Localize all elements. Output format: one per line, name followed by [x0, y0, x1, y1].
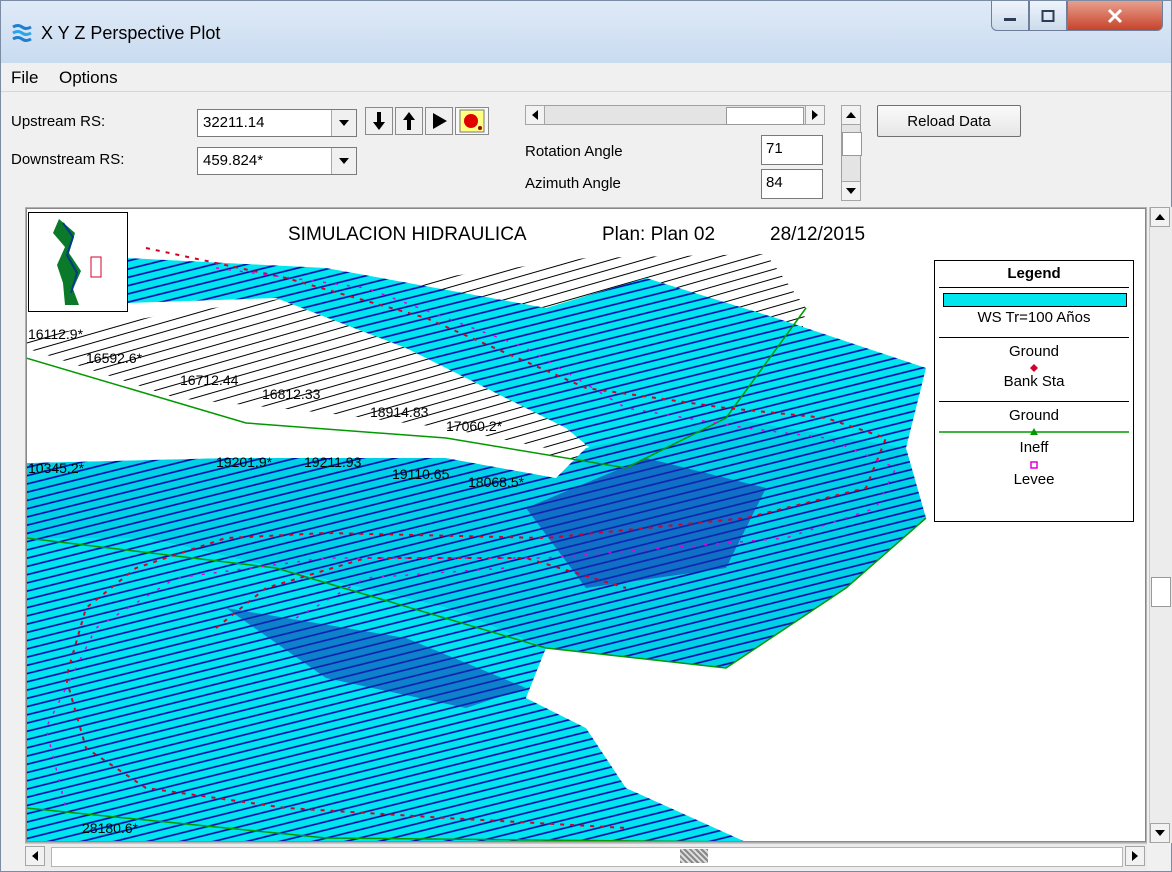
scroll-up-icon[interactable] — [1150, 207, 1170, 227]
azimuth-label: Azimuth Angle — [525, 175, 621, 192]
azimuth-angle-input[interactable]: 84 — [761, 169, 823, 199]
scroll-left-icon[interactable] — [525, 105, 545, 125]
record-button[interactable] — [455, 107, 489, 135]
ineff-line-icon — [939, 428, 1129, 435]
scroll-right-icon[interactable] — [805, 105, 825, 125]
station-label: 19110.65 — [392, 466, 450, 482]
legend-title: Legend — [1007, 265, 1061, 282]
scroll-down-icon[interactable] — [841, 181, 861, 201]
perspective-plot-area[interactable]: SIMULACION HIDRAULICA Plan: Plan 02 28/1… — [25, 207, 1147, 843]
station-label: 17060.2* — [446, 418, 503, 434]
app-icon — [12, 24, 32, 42]
levee-marker-icon — [1030, 461, 1038, 469]
plot-date: 28/12/2015 — [770, 224, 866, 245]
downstream-select[interactable]: 459.824* — [197, 147, 357, 175]
rotation-label: Rotation Angle — [525, 143, 623, 160]
station-label: 28180.6* — [82, 820, 139, 836]
vertical-scroll-thumb[interactable] — [1151, 577, 1171, 607]
chevron-down-icon[interactable] — [331, 148, 356, 174]
upstream-select[interactable]: 32211.14 — [197, 109, 357, 137]
rotation-scrollbar[interactable] — [525, 105, 825, 125]
upstream-value: 32211.14 — [203, 114, 265, 131]
legend-item: Levee — [1013, 471, 1055, 488]
azimuth-thumb[interactable] — [842, 132, 862, 156]
legend-item: Ground — [1008, 407, 1060, 424]
station-label: 16712.44 — [180, 372, 239, 388]
station-label: 19211.93 — [304, 454, 362, 470]
menu-options[interactable]: Options — [59, 68, 118, 88]
rotation-thumb[interactable] — [726, 107, 804, 125]
move-down-button[interactable] — [365, 107, 393, 135]
menu-bar: File Options — [1, 63, 1171, 92]
arrow-up-icon — [403, 112, 415, 130]
station-label: 18068.5* — [468, 474, 525, 490]
downstream-value: 459.824* — [203, 152, 264, 169]
station-label: 16812.33 — [262, 386, 321, 402]
window-title: X Y Z Perspective Plot — [41, 23, 221, 43]
arrow-down-icon — [373, 112, 385, 130]
chevron-down-icon[interactable] — [331, 110, 356, 136]
scroll-up-icon[interactable] — [841, 105, 861, 125]
record-icon — [459, 109, 485, 133]
legend-item: Ineff — [1019, 439, 1049, 456]
minimize-icon — [1004, 17, 1016, 21]
rotation-value: 71 — [766, 140, 783, 157]
maximize-icon — [1041, 9, 1055, 22]
move-up-button[interactable] — [395, 107, 423, 135]
azimuth-value: 84 — [766, 174, 783, 191]
close-icon — [1107, 8, 1123, 23]
scroll-down-icon[interactable] — [1150, 823, 1170, 843]
reload-data-button[interactable]: Reload Data — [877, 105, 1021, 137]
location-minimap — [28, 212, 128, 312]
azimuth-scrollbar[interactable] — [841, 105, 862, 201]
station-label: 10345.2* — [28, 460, 85, 476]
scroll-left-icon[interactable] — [25, 846, 45, 866]
horizontal-scroll-track[interactable] — [51, 847, 1123, 867]
river-thumbnail-icon — [53, 219, 102, 305]
app-window: X Y Z Perspective Plot File Options Upst… — [0, 0, 1172, 872]
plot-vertical-scrollbar[interactable] — [1149, 207, 1172, 843]
station-label: 18914.83 — [370, 404, 429, 420]
station-label: 19201.9* — [216, 454, 273, 470]
maximize-button[interactable] — [1029, 1, 1067, 31]
legend-item: WS Tr=100 Años — [977, 309, 1091, 326]
minimize-button[interactable] — [991, 1, 1029, 31]
legend-item: Bank Sta — [1003, 373, 1065, 390]
plot-horizontal-scrollbar[interactable] — [25, 843, 1147, 870]
close-button[interactable] — [1067, 1, 1163, 31]
bank-sta-marker-icon — [1030, 364, 1038, 372]
station-label: 16112.9* — [28, 326, 84, 342]
horizontal-scroll-thumb[interactable] — [680, 849, 708, 863]
station-label: 16592.6* — [86, 350, 143, 366]
plot-plan: Plan: Plan 02 — [602, 224, 716, 245]
water-surface-swatch — [943, 293, 1127, 307]
legend: Legend WS Tr=100 Años Ground Bank Sta Gr… — [934, 260, 1134, 522]
downstream-label: Downstream RS: — [11, 151, 125, 168]
title-bar[interactable]: X Y Z Perspective Plot — [1, 1, 1171, 63]
plot-title: SIMULACION HIDRAULICA — [288, 224, 527, 245]
play-icon — [433, 113, 447, 129]
play-button[interactable] — [425, 107, 453, 135]
legend-item: Ground — [1008, 343, 1060, 360]
menu-file[interactable]: File — [11, 68, 38, 88]
scroll-right-icon[interactable] — [1125, 846, 1145, 866]
rotation-angle-input[interactable]: 71 — [761, 135, 823, 165]
upstream-label: Upstream RS: — [11, 113, 106, 130]
